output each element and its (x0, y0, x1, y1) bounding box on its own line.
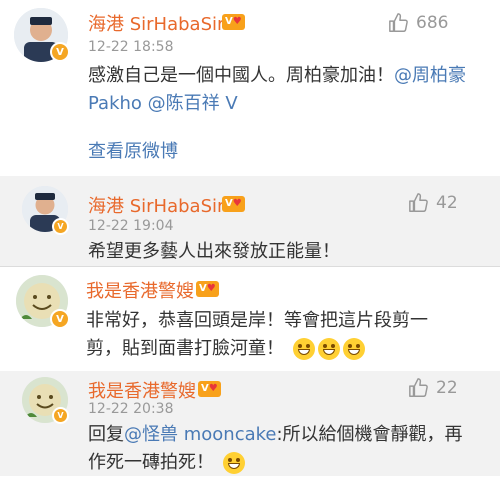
grin-emoji-icon (342, 338, 365, 360)
comment-line-1: 非常好，恭喜回頭是岸！等會把這片段剪一 (86, 310, 428, 331)
grin-emoji-icon (292, 338, 315, 360)
comment-line-2-text: 剪，貼到面書打臉河童！ (86, 338, 284, 359)
timestamp: 12-22 20:38 (88, 401, 174, 417)
comment-1: V 海港 SirHabaSir V♥ 12-22 18:58 686 感激自己是… (0, 0, 500, 176)
comment-3: V 我是香港警嫂 V♥ 非常好，恭喜回頭是岸！等會把這片段剪一 剪，貼到面書打臉… (0, 267, 500, 370)
thumbs-up-icon (409, 378, 428, 397)
verified-badge-icon: V (50, 309, 70, 329)
reply-text: :所以給個機會靜觀，再 (276, 424, 463, 445)
username[interactable]: 海港 SirHabaSir (88, 10, 224, 36)
view-original-link[interactable]: 查看原微博 (88, 137, 178, 163)
mention-link[interactable]: @怪兽 mooncake (124, 424, 276, 445)
verified-suffix: V (225, 93, 238, 114)
vip-heart-icon: V♥ (222, 196, 245, 212)
vip-heart-icon: V♥ (222, 14, 245, 30)
timestamp: 12-22 18:58 (88, 39, 174, 55)
comment-text: 感激自己是一個中國人。周柏豪加油！@周柏豪 Pakho @陈百祥 V (88, 62, 483, 118)
mention-link[interactable]: @陈百祥 (148, 93, 220, 114)
like-button[interactable]: 686 (388, 12, 448, 34)
username[interactable]: 海港 SirHabaSir (88, 192, 224, 218)
verified-badge-icon: V (52, 218, 69, 235)
username[interactable]: 我是香港警嫂 (88, 377, 196, 403)
comment-2: V 海港 SirHabaSir V♥ 12-22 19:04 42 希望更多藝人… (0, 176, 500, 266)
timestamp: 12-22 19:04 (88, 218, 174, 234)
username[interactable]: 我是香港警嫂 (86, 277, 194, 303)
comment-line-2: 剪，貼到面書打臉河童！ (86, 335, 486, 363)
verified-badge-icon: V (50, 42, 70, 62)
like-button[interactable]: 42 (408, 192, 458, 214)
comment-line-1: 回复@怪兽 mooncake:所以給個機會靜觀，再 (88, 421, 488, 449)
comment-text: 回复@怪兽 mooncake:所以給個機會靜觀，再 作死一磚拍死！ (88, 421, 488, 477)
thumbs-up-icon (409, 193, 428, 212)
like-count: 42 (436, 193, 458, 213)
comment-text: 希望更多藝人出來發放正能量！ (88, 241, 340, 262)
comment-text-main: 感激自己是一個中國人。周柏豪加油！ (88, 65, 394, 86)
reply-prefix: 回复 (88, 424, 124, 445)
comment-line-2: 作死一磚拍死！ (88, 449, 488, 477)
like-button[interactable]: 22 (408, 377, 458, 399)
verified-badge-icon: V (52, 407, 69, 424)
like-count: 686 (416, 13, 449, 33)
grin-emoji-icon (317, 338, 340, 360)
vip-heart-icon: V♥ (196, 281, 219, 297)
comment-line-2-text: 作死一磚拍死！ (88, 452, 214, 473)
like-count: 22 (436, 378, 458, 398)
comment-4: V 我是香港警嫂 V♥ 12-22 20:38 22 回复@怪兽 mooncak… (0, 371, 500, 476)
vip-heart-icon: V♥ (198, 381, 221, 397)
grin-emoji-icon (222, 452, 245, 474)
comment-text: 非常好，恭喜回頭是岸！等會把這片段剪一 剪，貼到面書打臉河童！ (86, 307, 486, 363)
thumbs-up-icon (389, 13, 408, 32)
